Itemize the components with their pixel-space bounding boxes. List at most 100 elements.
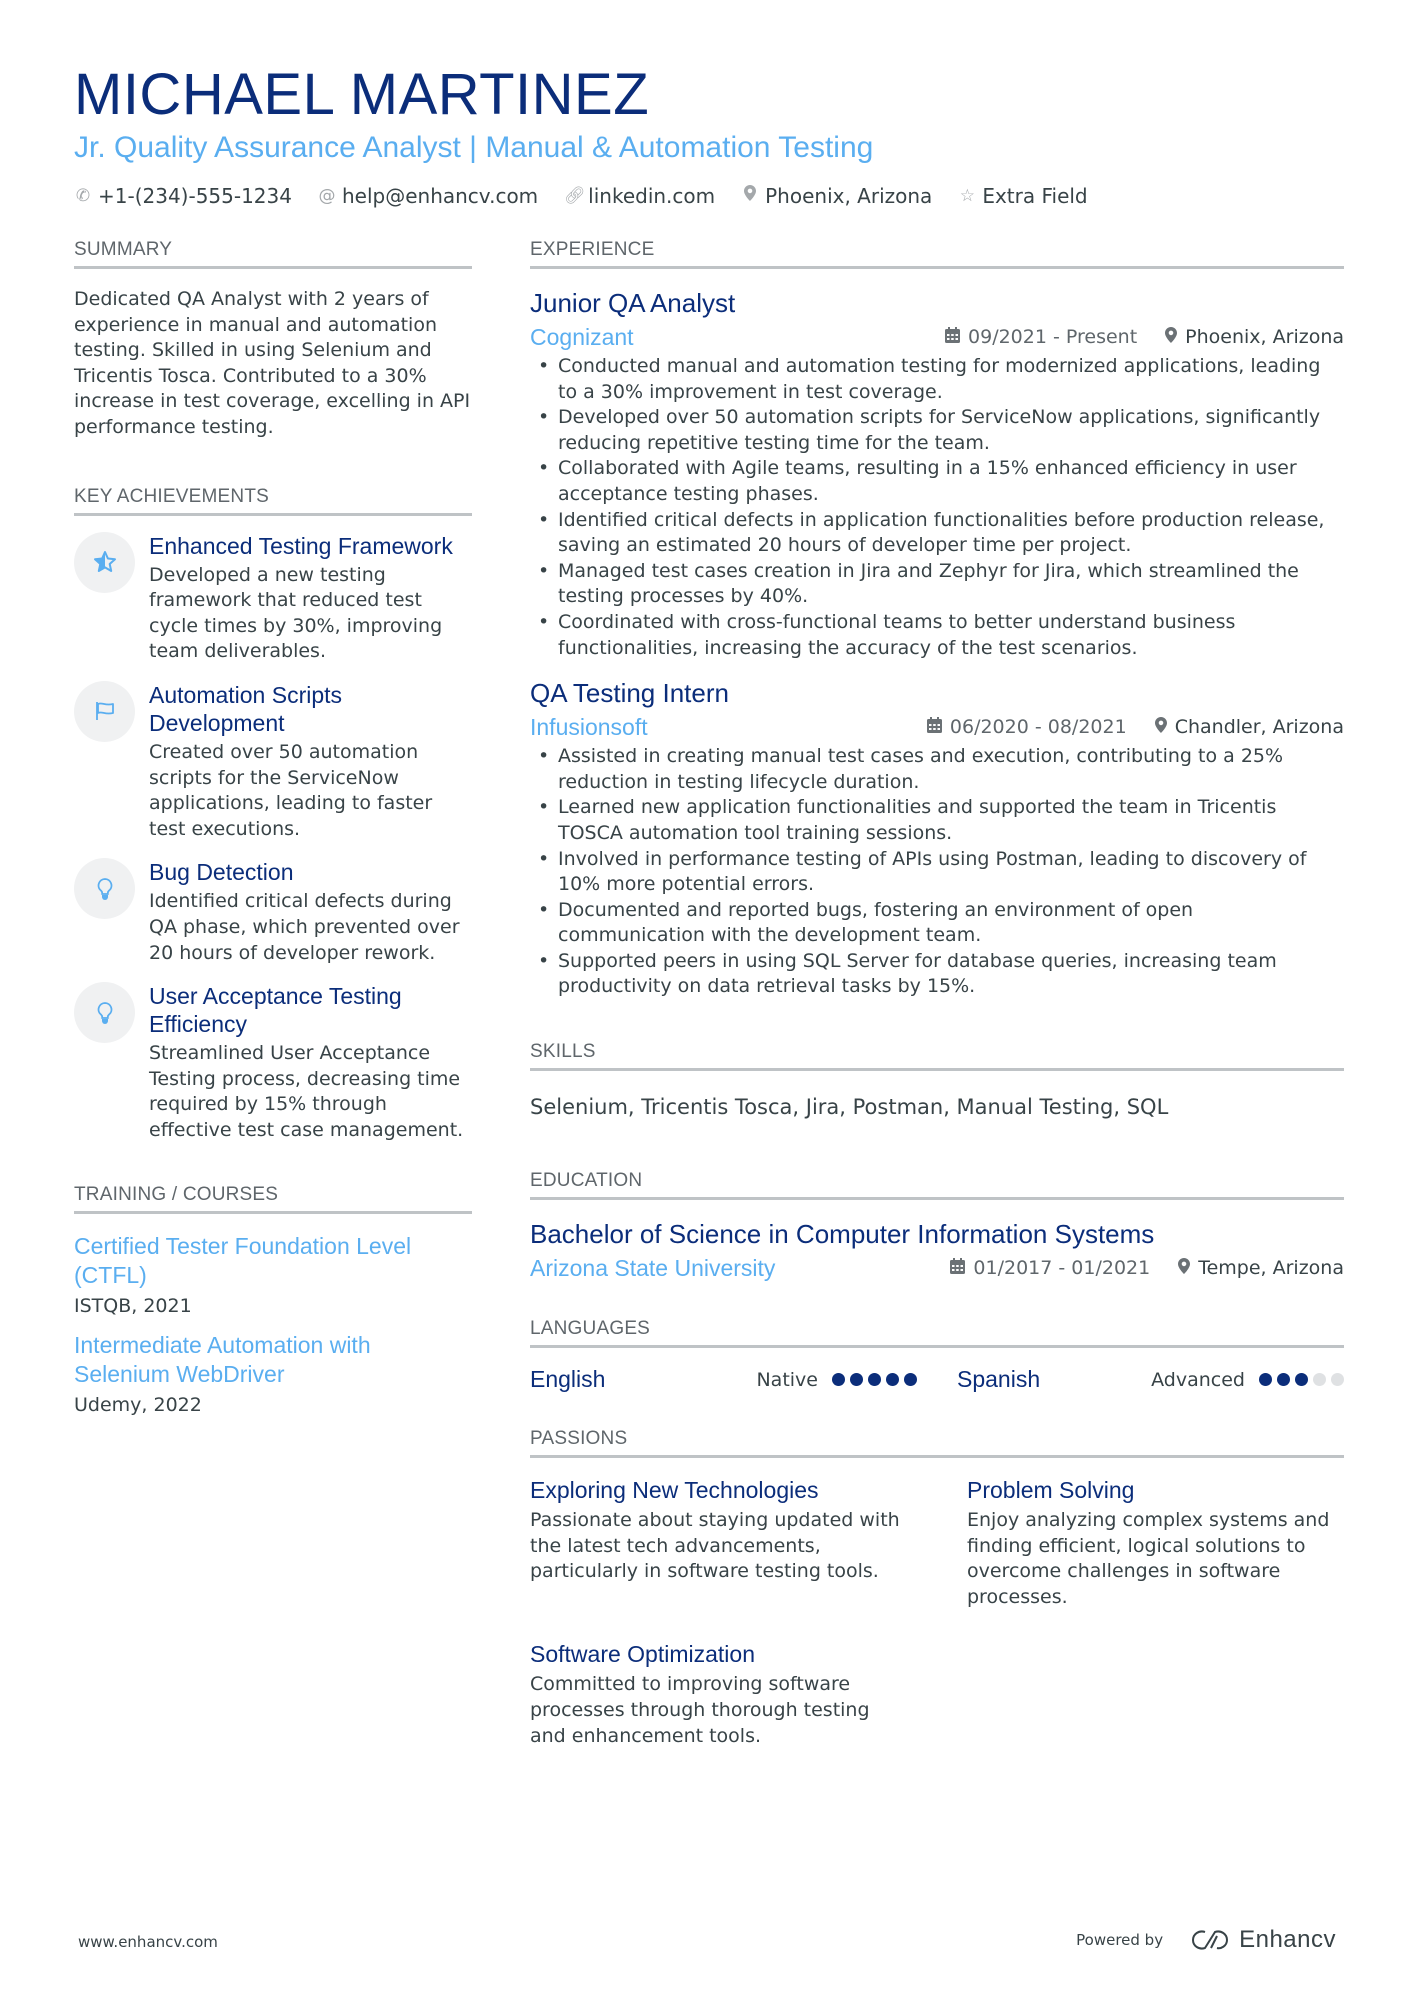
language-name: Spanish: [957, 1366, 1041, 1393]
languages-section: LANGUAGES English Native Spanish Advance…: [530, 1317, 1344, 1393]
job-bullet: Developed over 50 automation scripts for…: [530, 405, 1344, 456]
rating-dot-filled: [1295, 1373, 1308, 1387]
passion-title: Exploring New Technologies: [530, 1477, 819, 1504]
right-column: EXPERIENCE Junior QA Analyst Cognizant 0…: [530, 238, 1344, 1793]
achievement-title: User Acceptance Testing Efficiency: [149, 983, 402, 1038]
job-bullets: Conducted manual and automation testing …: [530, 354, 1344, 661]
skills-list: Selenium, Tricentis Tosca, Jira, Postman…: [530, 1095, 1169, 1120]
footer-branding: Powered by Enhancv: [1076, 1926, 1336, 1954]
achievement-title: Enhanced Testing Framework: [149, 532, 453, 559]
lightbulb-icon: [74, 982, 135, 1044]
education-section: EDUCATION Bachelor of Science in Compute…: [530, 1169, 1344, 1283]
achievement-title: Automation Scripts Development: [149, 681, 343, 736]
achievement-title: Bug Detection: [149, 859, 294, 886]
education-dates: 01/2017 - 01/2021: [973, 1257, 1151, 1280]
contact-email[interactable]: @ help@enhancv.com: [318, 182, 538, 210]
location-icon: [741, 182, 759, 210]
phone-icon: ✆: [75, 186, 91, 206]
passion-item: Software Optimization Committed to impro…: [530, 1640, 907, 1749]
job-dates: 06/2020 - 08/2021: [949, 716, 1127, 739]
language-name: English: [530, 1366, 606, 1393]
section-heading: SUMMARY: [74, 238, 472, 269]
contact-email-text[interactable]: help@enhancv.com: [342, 182, 538, 210]
location-icon: [1178, 1257, 1191, 1279]
contact-extra-text: Extra Field: [982, 184, 1088, 208]
rating-dot-filled: [868, 1373, 881, 1387]
rating-dot-filled: [886, 1373, 899, 1387]
language-item: Spanish Advanced: [957, 1366, 1344, 1393]
summary-section: SUMMARY Dedicated QA Analyst with 2 year…: [74, 238, 472, 441]
education-location: Tempe, Arizona: [1198, 1257, 1344, 1280]
job-dates: 09/2021 - Present: [968, 326, 1138, 348]
resume-header: MICHAEL MARTINEZ Jr. Quality Assurance A…: [74, 62, 1344, 210]
job-bullet: Collaborated with Agile teams, resulting…: [530, 456, 1344, 507]
contact-extra: ☆ Extra Field: [958, 182, 1088, 210]
company-name: Cognizant: [530, 324, 634, 350]
at-icon: @: [318, 186, 336, 206]
summary-text: Dedicated QA Analyst with 2 years of exp…: [74, 288, 471, 438]
course-provider: Udemy, 2022: [74, 1394, 202, 1417]
passion-desc: Passionate about staying updated with th…: [530, 1509, 900, 1583]
job-bullet: Identified critical defects in applicati…: [530, 508, 1344, 559]
job-entry: Junior QA Analyst Cognizant 09/2021 - Pr…: [530, 287, 1344, 661]
job-bullet: Coordinated with cross-functional teams …: [530, 610, 1344, 661]
job-title: Junior QA Analyst: [530, 288, 736, 318]
candidate-name: MICHAEL MARTINEZ: [74, 62, 650, 127]
enhancv-logo[interactable]: Enhancv: [1191, 1926, 1336, 1954]
job-bullet: Involved in performance testing of APIs …: [530, 847, 1344, 898]
job-bullet: Documented and reported bugs, fostering …: [530, 898, 1344, 949]
contact-location-text: Phoenix, Arizona: [765, 184, 933, 208]
footer-website[interactable]: www.enhancv.com: [78, 1933, 218, 1951]
skills-section: SKILLS Selenium, Tricentis Tosca, Jira, …: [530, 1040, 1344, 1121]
passion-title: Software Optimization: [530, 1641, 755, 1668]
enhancv-logo-icon: [1192, 1930, 1229, 1950]
passion-desc: Enjoy analyzing complex systems and find…: [967, 1509, 1330, 1608]
achievement-item: Automation Scripts Development Created o…: [74, 680, 472, 842]
language-rating: [1259, 1373, 1344, 1387]
achievement-desc: Created over 50 automation scripts for t…: [149, 740, 433, 840]
course-item: Intermediate Automation with Selenium We…: [74, 1331, 472, 1418]
passion-desc: Committed to improving software processe…: [530, 1673, 870, 1747]
section-heading: PASSIONS: [530, 1427, 1344, 1459]
job-location: Phoenix, Arizona: [1185, 326, 1344, 348]
job-bullet: Managed test cases creation in Jira and …: [530, 559, 1344, 610]
candidate-title: Jr. Quality Assurance Analyst | Manual &…: [74, 131, 874, 164]
contact-linkedin[interactable]: 🔗︎ linkedin.com: [564, 182, 715, 210]
job-bullet: Conducted manual and automation testing …: [530, 354, 1344, 405]
resume-page: MICHAEL MARTINEZ Jr. Quality Assurance A…: [0, 0, 1410, 1995]
section-heading: KEY ACHIEVEMENTS: [74, 485, 472, 516]
course-title: Certified Tester Foundation Level (CTFL): [74, 1233, 412, 1289]
lightbulb-icon: [74, 858, 135, 920]
language-item: English Native: [530, 1366, 917, 1393]
passion-title: Problem Solving: [967, 1477, 1135, 1504]
rating-dot-empty: [1331, 1373, 1344, 1387]
job-bullet: Assisted in creating manual test cases a…: [530, 744, 1344, 795]
enhancv-brand-text: Enhancv: [1239, 1926, 1336, 1953]
job-bullets: Assisted in creating manual test cases a…: [530, 744, 1344, 1000]
achievement-item: Bug Detection Identified critical defect…: [74, 858, 472, 966]
job-bullet: Learned new application functionalities …: [530, 795, 1344, 846]
rating-dot-filled: [850, 1373, 863, 1387]
passion-item: Problem Solving Enjoy analyzing complex …: [967, 1476, 1344, 1610]
job-title: QA Testing Intern: [530, 678, 729, 709]
achievement-desc: Identified critical defects during QA ph…: [149, 890, 460, 964]
achievement-item: User Acceptance Testing Efficiency Strea…: [74, 982, 472, 1143]
section-heading: TRAINING / COURSES: [74, 1183, 472, 1215]
language-level: Native: [756, 1368, 818, 1391]
section-heading: LANGUAGES: [530, 1317, 1344, 1349]
degree-title: Bachelor of Science in Computer Informat…: [530, 1219, 1155, 1250]
contact-location: Phoenix, Arizona: [741, 182, 932, 210]
training-section: TRAINING / COURSES Certified Tester Foun…: [74, 1183, 472, 1418]
language-level: Advanced: [1151, 1368, 1245, 1391]
section-heading: EDUCATION: [530, 1169, 1344, 1201]
contact-linkedin-text[interactable]: linkedin.com: [588, 182, 715, 210]
contact-phone-text: +1-(234)-555-1234: [98, 184, 292, 208]
star-icon: ☆: [959, 186, 975, 206]
contact-phone: ✆ +1-(234)-555-1234: [74, 182, 292, 210]
rating-dot-filled: [1259, 1373, 1272, 1387]
course-title: Intermediate Automation with Selenium We…: [74, 1332, 371, 1388]
course-item: Certified Tester Foundation Level (CTFL)…: [74, 1232, 472, 1319]
passions-section: PASSIONS Exploring New Technologies Pass…: [530, 1427, 1344, 1749]
section-heading: SKILLS: [530, 1040, 1344, 1072]
location-icon: [1165, 326, 1178, 348]
